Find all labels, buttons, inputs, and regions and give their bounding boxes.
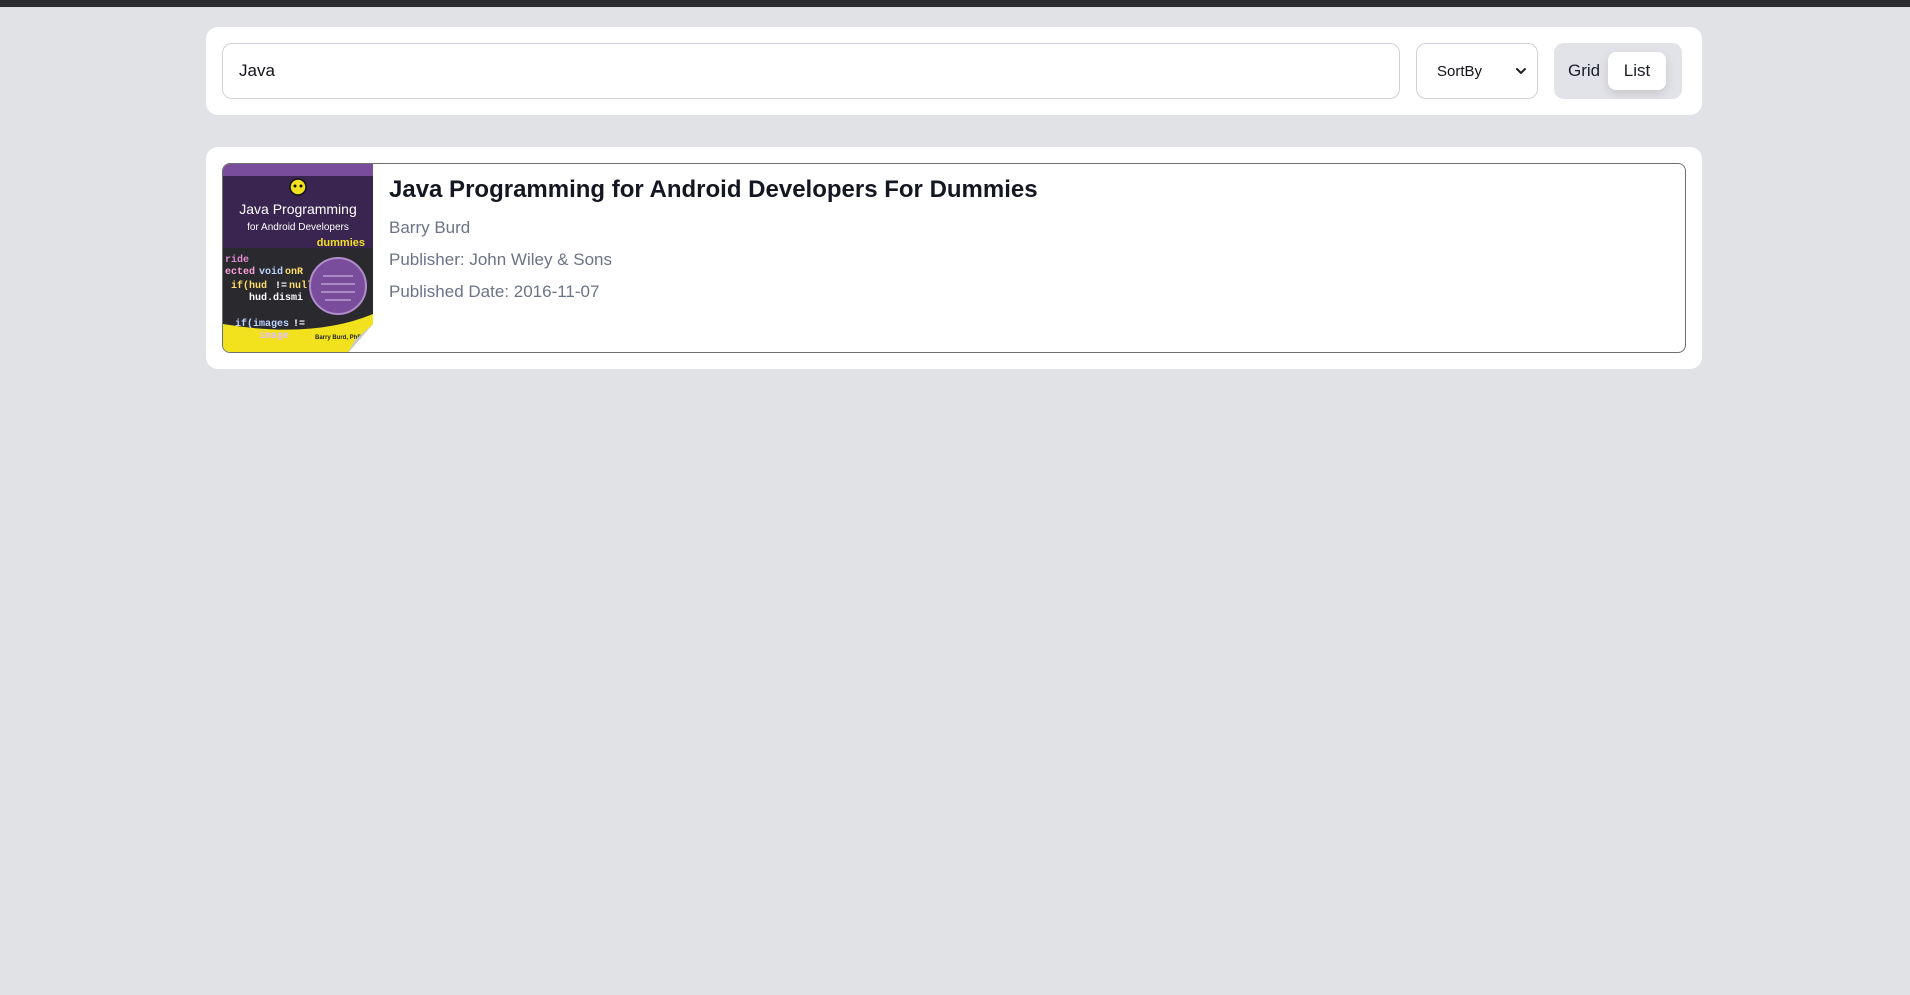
sort-select-value: SortBy — [1437, 62, 1483, 80]
grid-view-button[interactable]: Grid — [1568, 43, 1600, 99]
book-card[interactable]: Java Programming for Android Developers … — [222, 163, 1686, 353]
results-list: Java Programming for Android Developers … — [206, 147, 1702, 369]
cover-brand: dummies — [317, 237, 365, 249]
svg-text:void: void — [259, 266, 283, 278]
book-author: Barry Burd — [389, 218, 471, 237]
sort-select[interactable]: SortBy — [1416, 43, 1538, 99]
window-top-bar — [0, 0, 1910, 7]
search-toolbar: SortBy Grid List — [206, 27, 1702, 115]
book-info: Java Programming for Android Developers … — [389, 174, 1038, 314]
svg-text:if(images: if(images — [235, 318, 289, 330]
svg-text:hud.dismi: hud.dismi — [249, 292, 303, 304]
book-published-date: Published Date: 2016-11-07 — [389, 282, 600, 301]
svg-text:if(hud: if(hud — [231, 280, 267, 292]
svg-text:onR: onR — [285, 267, 303, 278]
cover-title-line2: for Android Developers — [247, 222, 349, 233]
list-view-button[interactable]: List — [1608, 52, 1666, 90]
book-cover-image: Java Programming for Android Developers … — [223, 164, 373, 352]
svg-text:image: image — [259, 330, 289, 342]
search-input[interactable] — [222, 43, 1400, 99]
svg-text:ride: ride — [225, 254, 249, 266]
view-toggle: Grid List — [1554, 43, 1682, 99]
book-title[interactable]: Java Programming for Android Developers … — [389, 174, 1038, 206]
svg-text:!=: != — [293, 319, 305, 330]
book-publisher: Publisher: John Wiley & Sons — [389, 250, 612, 269]
chevron-down-icon — [1515, 65, 1527, 77]
svg-text:!=: != — [275, 281, 287, 292]
svg-text:ected: ected — [225, 266, 255, 278]
cover-title-line1: Java Programming — [239, 201, 357, 217]
